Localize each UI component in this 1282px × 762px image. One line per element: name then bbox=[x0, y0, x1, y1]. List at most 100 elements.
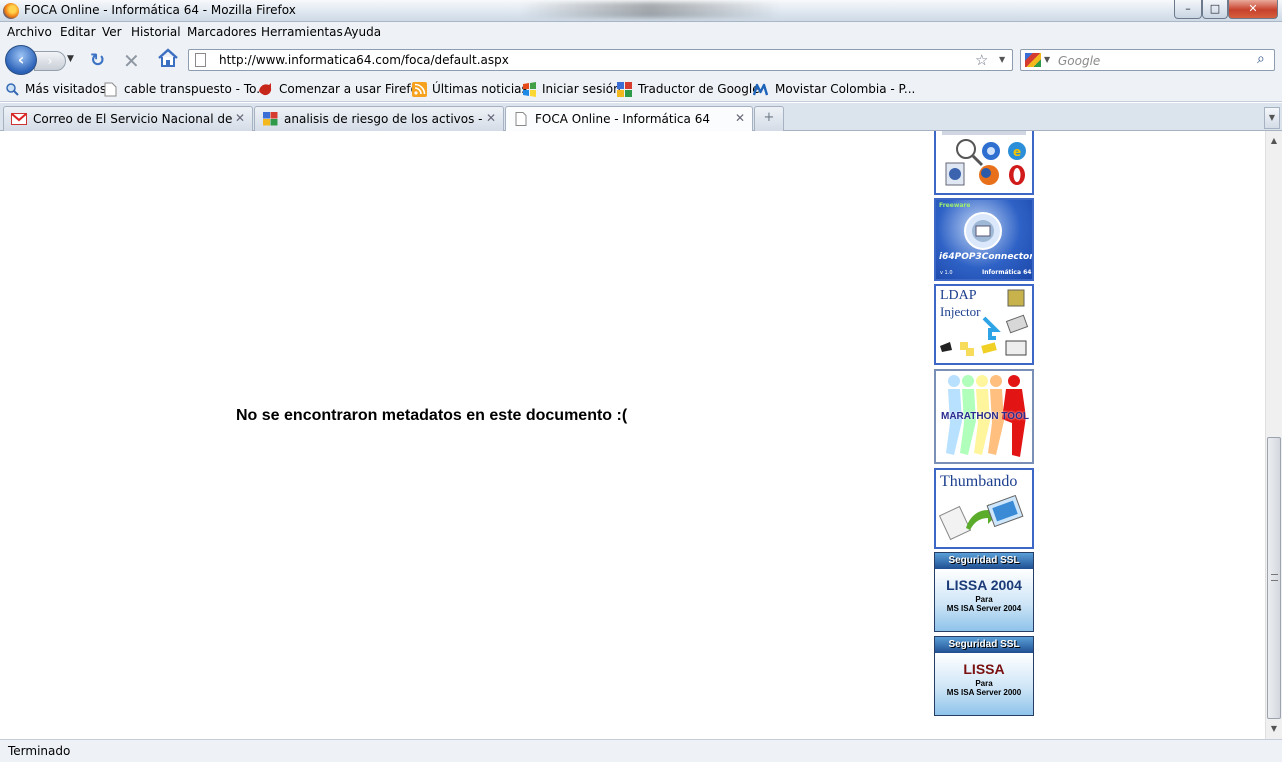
menu-ayuda[interactable]: Ayuda bbox=[344, 25, 381, 39]
search-engine-dropdown-icon[interactable]: ▼ bbox=[1044, 55, 1050, 64]
tab-bar: Correo de El Servicio Nacional de A... ✕… bbox=[0, 103, 1282, 132]
lissa-subtitle: MS ISA Server 2000 bbox=[946, 688, 1022, 697]
svg-text:e: e bbox=[1013, 145, 1021, 159]
banner-lissa-2004[interactable]: Seguridad SSL LISSA 2004 Para MS ISA Ser… bbox=[934, 552, 1034, 632]
search-icon[interactable]: ⌕ bbox=[1257, 51, 1265, 67]
menu-editar[interactable]: Editar bbox=[60, 25, 96, 39]
tab-close-icon[interactable]: ✕ bbox=[486, 111, 496, 125]
page-content: No se encontraron metadatos en este docu… bbox=[0, 131, 1265, 739]
ssl-header: Seguridad SSL bbox=[935, 553, 1033, 569]
windows-live-icon bbox=[523, 82, 536, 97]
tab-analisis[interactable]: analisis de riesgo de los activos - Bu..… bbox=[254, 106, 504, 131]
bookmark-traductor-google[interactable]: Traductor de Google bbox=[638, 82, 760, 96]
firefox-icon bbox=[259, 83, 272, 96]
firefox-window: FOCA Online - Informática 64 - Mozilla F… bbox=[0, 0, 1282, 762]
tab-label: Correo de El Servicio Nacional de A... bbox=[33, 112, 233, 126]
bookmark-comenzar-firefox[interactable]: Comenzar a usar Firefox bbox=[279, 82, 425, 96]
history-dropdown-icon[interactable]: ▼ bbox=[67, 54, 74, 64]
grip-icon bbox=[1271, 574, 1278, 581]
freeware-tag: Freeware bbox=[939, 202, 971, 209]
page-icon bbox=[515, 112, 527, 126]
lissa-body: LISSA Para MS ISA Server 2000 bbox=[935, 653, 1033, 715]
lissa-title: LISSA bbox=[963, 661, 1005, 677]
menu-historial[interactable]: Historial bbox=[131, 25, 181, 39]
browsers-icon: e bbox=[942, 131, 1026, 186]
url-dropdown-icon[interactable]: ▼ bbox=[999, 55, 1005, 64]
globe-mail-icon bbox=[964, 212, 1002, 250]
thumbando-name: Thumbando bbox=[940, 473, 1018, 490]
google-icon[interactable] bbox=[1025, 53, 1041, 67]
banner-browsers[interactable]: e bbox=[934, 131, 1034, 195]
bookmark-cable-transpuesto[interactable]: cable transpuesto - To... bbox=[124, 82, 268, 96]
banner-thumbando[interactable]: Thumbando bbox=[934, 468, 1034, 549]
tab-list-dropdown-icon[interactable]: ▼ bbox=[1264, 107, 1280, 129]
scroll-up-icon[interactable]: ▲ bbox=[1266, 133, 1282, 149]
home-button[interactable] bbox=[157, 48, 179, 68]
pop3-connector-name: i64POP3Connector bbox=[939, 252, 1034, 262]
menu-ver[interactable]: Ver bbox=[102, 25, 122, 39]
search-input[interactable]: Google bbox=[1058, 54, 1100, 68]
vertical-scrollbar[interactable]: ▲ ▼ bbox=[1265, 131, 1282, 739]
page-icon bbox=[104, 82, 117, 97]
maximize-button[interactable]: □ bbox=[1202, 0, 1228, 19]
navigation-toolbar: › ‹ ▼ ↻ ✕ http://www.informatica64.com/f… bbox=[0, 42, 1282, 77]
bookmark-mas-visitados[interactable]: Más visitados bbox=[25, 82, 106, 96]
new-tab-button[interactable]: + bbox=[754, 106, 784, 131]
banner-pop3-connector[interactable]: Freeware i64POP3Connector v 1.0 Informát… bbox=[934, 198, 1034, 281]
menu-bar: Archivo Editar Ver Historial Marcadores … bbox=[0, 22, 1282, 42]
no-metadata-message: No se encontraron metadatos en este docu… bbox=[236, 407, 628, 424]
rss-icon bbox=[412, 82, 427, 97]
blurred-region bbox=[520, 2, 780, 18]
back-button[interactable]: ‹ bbox=[5, 45, 37, 75]
tab-close-icon[interactable]: ✕ bbox=[235, 111, 245, 125]
firefox-icon bbox=[3, 3, 19, 19]
menu-archivo[interactable]: Archivo bbox=[7, 25, 52, 39]
marathon-tool-name: MARATHON TOOL bbox=[941, 411, 1029, 422]
minimize-button[interactable]: – bbox=[1174, 0, 1202, 19]
status-text: Terminado bbox=[8, 744, 71, 758]
lissa-subtitle: MS ISA Server 2004 bbox=[946, 604, 1022, 613]
lissa-title: LISSA 2004 bbox=[946, 577, 1022, 593]
tab-close-icon[interactable]: ✕ bbox=[735, 111, 745, 125]
lissa-body: LISSA 2004 Para MS ISA Server 2004 bbox=[935, 569, 1033, 631]
pop3-brand: Informática 64 bbox=[982, 269, 1032, 276]
scroll-down-icon[interactable]: ▼ bbox=[1266, 721, 1282, 737]
window-title: FOCA Online - Informática 64 - Mozilla F… bbox=[24, 3, 296, 17]
url-text[interactable]: http://www.informatica64.com/foca/defaul… bbox=[219, 53, 509, 67]
pop3-version: v 1.0 bbox=[940, 270, 953, 276]
gmail-icon bbox=[11, 113, 27, 125]
thumbando-icon bbox=[938, 494, 1024, 541]
close-window-button[interactable]: ✕ bbox=[1228, 0, 1278, 19]
bookmark-movistar[interactable]: Movistar Colombia - P... bbox=[775, 82, 915, 96]
url-bar[interactable]: http://www.informatica64.com/foca/defaul… bbox=[188, 49, 1013, 71]
bookmarks-toolbar: Más visitados cable transpuesto - To... … bbox=[0, 77, 1282, 102]
reload-button[interactable]: ↻ bbox=[90, 50, 105, 71]
bookmark-star-icon[interactable]: ☆ bbox=[975, 51, 988, 69]
menu-marcadores[interactable]: Marcadores bbox=[187, 25, 257, 39]
stop-button[interactable]: ✕ bbox=[123, 49, 140, 73]
movistar-icon bbox=[753, 83, 768, 96]
tab-foca-online[interactable]: FOCA Online - Informática 64 ✕ bbox=[505, 106, 753, 132]
most-visited-icon bbox=[6, 83, 19, 96]
bookmark-ultimas-noticias[interactable]: Últimas noticias bbox=[432, 82, 528, 96]
forward-button[interactable]: › bbox=[34, 51, 66, 71]
scroll-thumb[interactable] bbox=[1267, 437, 1281, 719]
status-bar: Terminado bbox=[0, 739, 1282, 762]
bookmark-iniciar-sesion[interactable]: Iniciar sesión bbox=[542, 82, 621, 96]
banner-ldap-injector[interactable]: LDAP Injector bbox=[934, 284, 1034, 365]
tab-correo[interactable]: Correo de El Servicio Nacional de A... ✕ bbox=[3, 106, 253, 131]
menu-herramientas[interactable]: Herramientas bbox=[261, 25, 343, 39]
google-icon bbox=[617, 82, 632, 97]
ldap-icons bbox=[940, 289, 1029, 356]
ssl-header: Seguridad SSL bbox=[935, 637, 1033, 653]
lissa-para: Para bbox=[975, 595, 993, 604]
banner-marathon-tool[interactable]: MARATHON TOOL bbox=[934, 369, 1034, 464]
search-bar[interactable]: ▼ Google ⌕ bbox=[1020, 49, 1275, 71]
title-bar: FOCA Online - Informática 64 - Mozilla F… bbox=[0, 0, 1282, 22]
google-icon bbox=[263, 112, 278, 126]
banner-lissa-2000[interactable]: Seguridad SSL LISSA Para MS ISA Server 2… bbox=[934, 636, 1034, 716]
lissa-para: Para bbox=[975, 679, 993, 688]
tab-label: analisis de riesgo de los activos - Bu..… bbox=[284, 112, 484, 126]
page-icon bbox=[195, 53, 206, 67]
tab-label: FOCA Online - Informática 64 bbox=[535, 112, 710, 126]
